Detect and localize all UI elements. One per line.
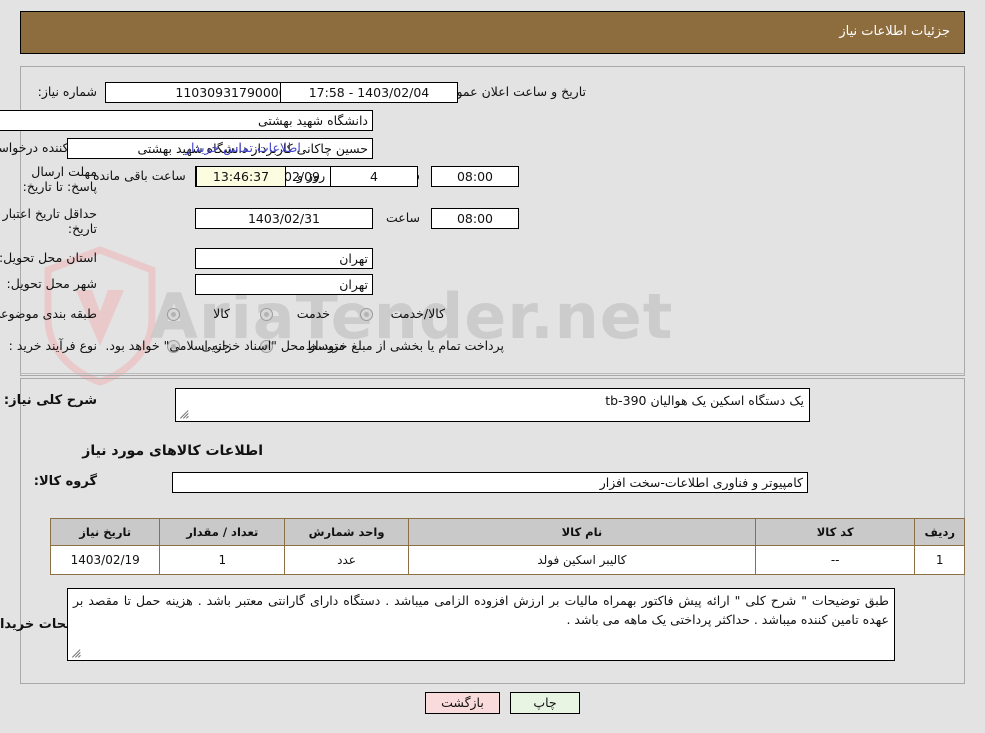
cell-quantity: 1 — [159, 545, 286, 575]
resize-grip-icon[interactable] — [178, 408, 190, 420]
price-validity-time-label: ساعت — [385, 210, 420, 225]
cell-need-date: 1403/02/19 — [49, 545, 161, 575]
cell-row-no: 1 — [914, 545, 965, 575]
col-header-unit: واحد شمارش — [284, 518, 409, 546]
print-button[interactable]: چاپ — [510, 692, 580, 714]
cell-unit: عدد — [284, 545, 409, 575]
col-header-need-date: تاریخ نیاز — [49, 518, 161, 546]
table-header-row: ردیف کد کالا نام کالا واحد شمارش تعداد /… — [49, 518, 965, 546]
back-button[interactable]: بازگشت — [425, 692, 500, 714]
announce-datetime-value: 17:58 - 1403/02/04 — [280, 82, 458, 103]
goods-group-value: کامپیوتر و فناوری اطلاعات-سخت افزار — [172, 472, 808, 493]
goods-table: ردیف کد کالا نام کالا واحد شمارش تعداد /… — [49, 518, 965, 575]
panel-divider — [20, 373, 965, 374]
category-option-2[interactable]: کالا/خدمت — [391, 306, 445, 321]
goods-group-label: گروه کالا: — [33, 474, 97, 489]
category-label: طبقه بندی موضوعی: — [0, 306, 97, 321]
remaining-days-value: 4 — [330, 166, 418, 187]
delivery-province-value: تهران — [195, 248, 373, 269]
price-validity-label: حداقل تاریخ اعتبار قیمت: تا تاریخ: — [0, 206, 97, 236]
col-header-row-no: ردیف — [914, 518, 965, 546]
response-deadline-time: 08:00 — [431, 166, 519, 187]
general-desc-label: شرح کلی نیاز: — [3, 393, 97, 408]
col-header-item-code: کد کالا — [754, 518, 916, 546]
remaining-days-label: روز و — [297, 168, 326, 183]
category-radio-0[interactable] — [167, 308, 180, 321]
page-header-bar: جزئیات اطلاعات نیاز — [20, 11, 965, 54]
buyer-contact-link[interactable]: اطلاعات تماس خریدار — [185, 140, 301, 155]
delivery-city-value: تهران — [195, 274, 373, 295]
delivery-city-label: شهر محل تحویل: — [6, 276, 97, 291]
delivery-province-label: استان محل تحویل: — [0, 250, 97, 265]
need-number-label: شماره نیاز: — [37, 84, 97, 99]
buyer-org-value: دانشگاه شهید بهشتی — [0, 110, 373, 131]
goods-section-title: اطلاعات کالاهای مورد نیاز — [82, 443, 263, 459]
response-deadline-label: مهلت ارسال پاسخ: تا تاریخ: — [22, 164, 97, 194]
category-radio-1[interactable] — [260, 308, 273, 321]
col-header-item-name: نام کالا — [407, 518, 756, 546]
page-title: جزئیات اطلاعات نیاز — [839, 24, 950, 39]
cell-item-name: کالیبر اسکین فولد — [407, 545, 756, 575]
general-desc-value: یک دستگاه اسکین یک هوالیان tb-390 — [605, 393, 804, 408]
category-radio-2[interactable] — [360, 308, 373, 321]
category-option-0[interactable]: کالا — [213, 306, 230, 321]
buyer-notes-value: طبق توضیحات " شرح کلی " ارائه پیش فاکتور… — [73, 593, 889, 627]
category-option-1[interactable]: خدمت — [297, 306, 330, 321]
countdown-label: ساعت باقی مانده — [93, 168, 186, 183]
purchase-type-label: نوع فرآیند خرید : — [8, 338, 97, 353]
purchase-type-note: پرداخت تمام یا بخشی از مبلغ خرید،از محل … — [105, 338, 504, 353]
countdown-timer: 13:46:37 — [196, 166, 286, 187]
general-desc-textarea[interactable]: یک دستگاه اسکین یک هوالیان tb-390 — [175, 388, 810, 422]
price-validity-date: 1403/02/31 — [195, 208, 373, 229]
cell-item-code: -- — [754, 545, 916, 575]
resize-grip-icon[interactable] — [70, 647, 82, 659]
price-validity-time: 08:00 — [431, 208, 519, 229]
col-header-quantity: تعداد / مقدار — [159, 518, 286, 546]
page-root: AriaTender.net جزئیات اطلاعات نیاز شماره… — [0, 0, 985, 733]
table-row: 1 -- کالیبر اسکین فولد عدد 1 1403/02/19 — [49, 545, 965, 575]
buyer-notes-textarea[interactable]: طبق توضیحات " شرح کلی " ارائه پیش فاکتور… — [67, 588, 895, 661]
